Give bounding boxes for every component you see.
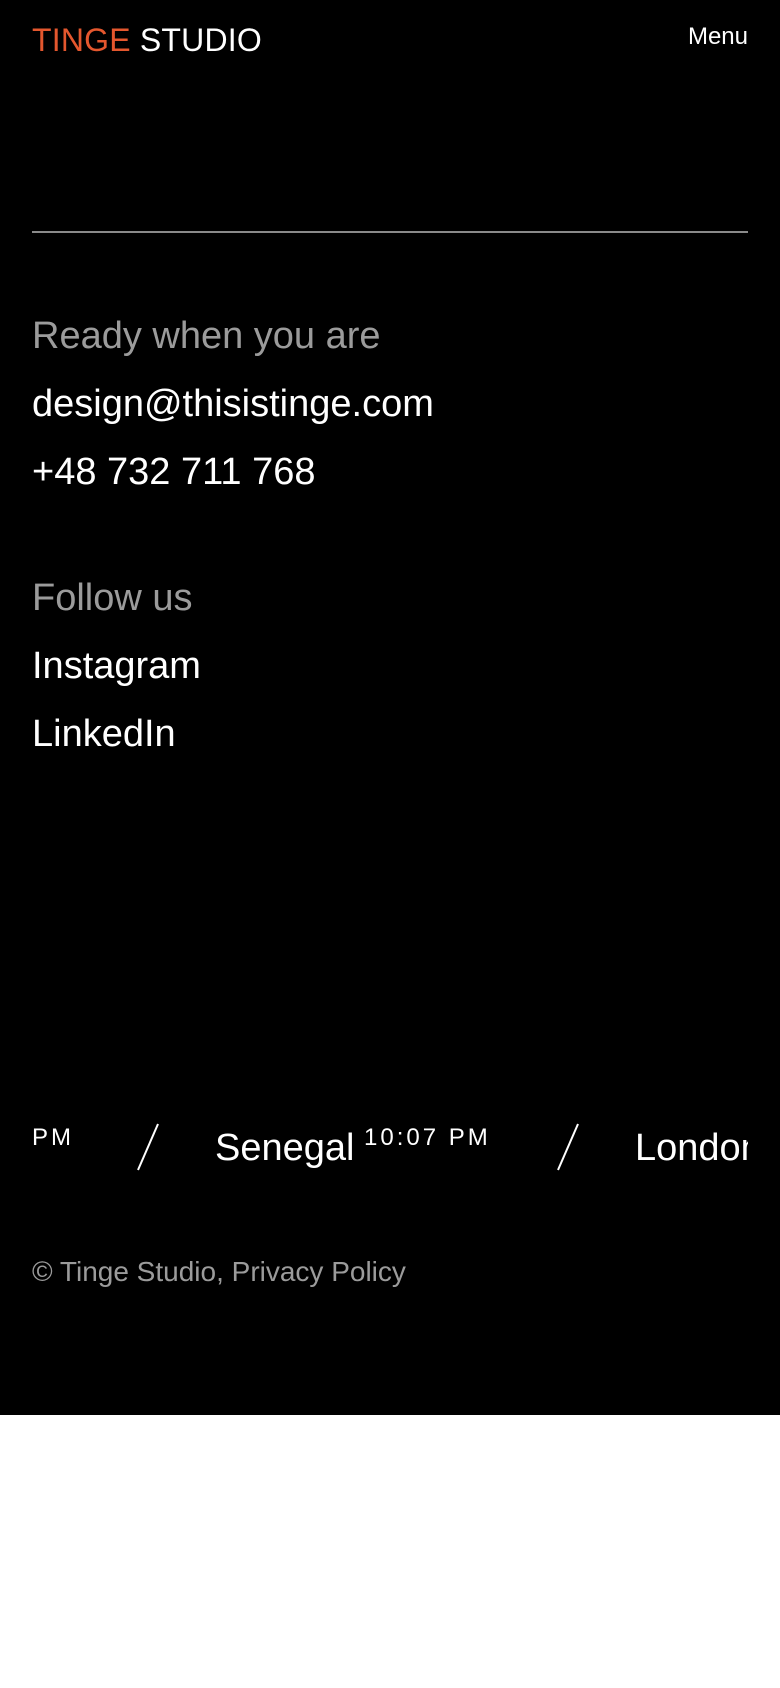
- copyright-text: © Tinge Studio,: [32, 1256, 224, 1287]
- copyright-line: © Tinge Studio, Privacy Policy: [32, 1254, 406, 1290]
- section-divider: [32, 231, 748, 233]
- ticker-time-senegal: 10:07 PM: [364, 1124, 491, 1151]
- email-link[interactable]: design@thisistinge.com: [32, 380, 434, 428]
- instagram-link[interactable]: Instagram: [32, 642, 201, 690]
- contact-section-title: Ready when you are: [32, 315, 381, 357]
- site-footer: TINGE STUDIO Menu Ready when you are des…: [0, 0, 780, 1415]
- slash-divider-icon: [137, 1123, 159, 1171]
- ticker-time: PM: [32, 1124, 74, 1151]
- social-section-title: Follow us: [32, 577, 193, 619]
- ticker-city-senegal: Senegal: [215, 1127, 355, 1169]
- logo-rest-text: STUDIO: [139, 22, 262, 58]
- privacy-policy-link[interactable]: Privacy Policy: [232, 1256, 406, 1287]
- slash-divider-icon: [557, 1123, 579, 1171]
- logo-accent-text: TINGE: [32, 22, 131, 58]
- logo[interactable]: TINGE STUDIO: [32, 20, 262, 60]
- phone-link[interactable]: +48 732 711 768: [32, 448, 316, 496]
- world-clock-ticker: PM Senegal 10:07 PM London: [32, 1110, 748, 1180]
- linkedin-link[interactable]: LinkedIn: [32, 710, 176, 758]
- menu-button[interactable]: Menu: [688, 22, 748, 52]
- ticker-city-london: London: [635, 1127, 748, 1169]
